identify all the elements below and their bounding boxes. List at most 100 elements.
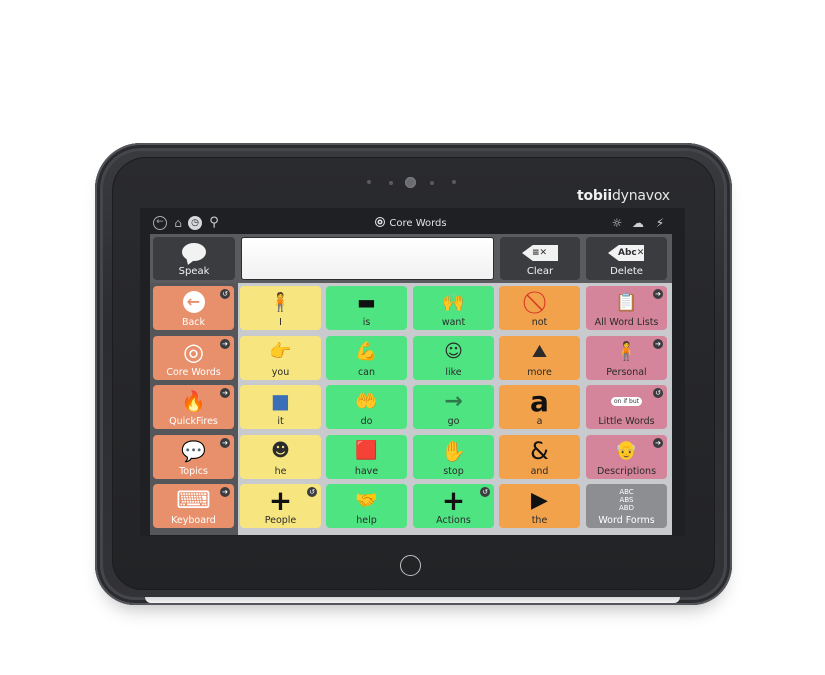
flame-glyph: 🔥 (181, 389, 206, 413)
grid-button-back[interactable]: ← Back ↺ (153, 286, 234, 330)
grid-button-label: is (362, 317, 371, 328)
grid-button-label: want (441, 317, 466, 328)
grid-button-label: go (447, 416, 460, 427)
grid-button-go[interactable]: → go (413, 385, 494, 429)
grid-button-and[interactable]: & and (499, 434, 580, 479)
brand-bold: tobii (577, 188, 612, 204)
grid-button-you[interactable]: 👉 you (240, 335, 321, 380)
grid-button-core-words[interactable]: ◎ Core Words ➔ (153, 335, 234, 380)
vocabulary-grid: ←Back↺🧍I▬is🙌want⃠not📋All Word Lists➔◎Cor… (150, 283, 672, 535)
grid-button-label: you (271, 366, 290, 378)
grid-button-not[interactable]: ⃠ not (499, 286, 580, 330)
hands-want-icon: 🙌 (413, 289, 494, 315)
no-sign-icon: ⃠ (499, 289, 580, 315)
grid-button-word-forms[interactable]: ABC ABS ABD Word Forms (586, 484, 667, 528)
notepad-glyph: 📋 (615, 291, 638, 313)
grid-button-personal[interactable]: 🧍 Personal ➔ (586, 335, 667, 380)
grid-button-label: Topics (179, 465, 208, 477)
link-arrow-icon: ➔ (220, 338, 230, 349)
plus-glyph: + (441, 483, 466, 517)
page-title-text: Core Words (389, 218, 447, 229)
grid-button-like[interactable]: ☺ like (413, 335, 494, 380)
grid-button-label: Back (181, 317, 206, 328)
person-glyph: 🧍 (615, 341, 638, 362)
link-arrow-icon: ➔ (220, 487, 230, 497)
letter-a-glyph: a (530, 384, 549, 418)
grid-button-a[interactable]: aa (499, 385, 580, 429)
grid-button-label: Descriptions (596, 465, 657, 477)
blue-square-glyph: ■ (271, 389, 290, 413)
target-icon (375, 217, 386, 227)
word-bubbles-glyph: on if but (610, 396, 643, 406)
return-icon: ↺ (480, 487, 490, 497)
grid-button-label: can (357, 366, 376, 378)
abc-forms-icon: ABC ABS ABD (586, 487, 667, 513)
grid-button-it[interactable]: ■ it (240, 385, 321, 429)
hand-holding-glyph: 🟥 (355, 440, 378, 461)
delete-label: Delete (610, 266, 643, 277)
grid-button-label: and (530, 465, 549, 477)
grid-button-have[interactable]: 🟥 have (326, 434, 407, 479)
grid-button-is[interactable]: ▬ is (326, 286, 407, 330)
grid-button-label: the (531, 515, 548, 526)
tablet-bottom-edge (145, 597, 680, 603)
cloud-icon[interactable]: ☁ (629, 216, 647, 230)
delete-button[interactable]: Abc✕ Delete (586, 237, 667, 280)
grid-button-label: Core Words (166, 366, 221, 378)
message-window[interactable] (241, 237, 494, 280)
grid-button-all-word-lists[interactable]: 📋 All Word Lists ➔ (586, 286, 667, 330)
plus-glyph: + (268, 483, 293, 517)
person-pointing-icon: 👉 (240, 339, 321, 365)
grid-button-want[interactable]: 🙌 want (413, 286, 494, 330)
grid-button-stop[interactable]: ✋ stop (413, 434, 494, 479)
back-arrow-glyph: ← (182, 291, 205, 313)
wand-icon[interactable]: ⚡ (653, 216, 667, 230)
grid-button-label: like (445, 366, 462, 378)
grid-button-more[interactable]: ⛰ more (499, 335, 580, 380)
grid-button-actions[interactable]: + Actions ↺ (413, 484, 494, 528)
strong-arm-glyph: 💪 (355, 341, 378, 362)
bulb-icon[interactable]: ☼ (610, 216, 624, 230)
grid-button-quickfires[interactable]: 🔥 QuickFires ➔ (153, 385, 234, 429)
grid-button-label: stop (443, 465, 464, 477)
grid-button-little-words[interactable]: on if but Little Words ↺ (586, 385, 667, 429)
grid-button-label: more (527, 366, 552, 378)
grid-button-he[interactable]: ☻ he (240, 434, 321, 479)
person-self-glyph: 🧍 (269, 291, 292, 313)
grid-button-label: Personal (606, 366, 647, 378)
grid-button-the[interactable]: ▶ the (499, 484, 580, 528)
link-arrow-icon: ➔ (653, 437, 663, 448)
pile-glyph: ⛰ (531, 341, 548, 362)
grid-button-label: People (264, 515, 297, 526)
helping-people-icon: 🤝 (326, 487, 407, 513)
hands-want-glyph: 🙌 (442, 291, 465, 313)
grid-button-label: Actions (436, 515, 471, 526)
grid-button-label: he (274, 465, 287, 477)
grid-button-i[interactable]: 🧍 I (240, 286, 321, 330)
link-arrow-icon: ➔ (220, 437, 230, 448)
grid-button-people[interactable]: + People ↺ (240, 484, 321, 528)
boy-face-icon: ☻ (240, 438, 321, 464)
smiling-face-icon: ☺ (413, 339, 494, 365)
return-icon: ↺ (307, 487, 317, 497)
boy-face-glyph: ☻ (271, 440, 290, 461)
grid-button-keyboard[interactable]: ⌨ Keyboard ➔ (153, 484, 234, 528)
hands-doing-glyph: 🤲 (355, 390, 378, 412)
grid-button-do[interactable]: 🤲 do (326, 385, 407, 429)
brand-light: dynavox (611, 188, 670, 204)
sensor-dot (430, 181, 434, 185)
clear-button[interactable]: ≡✕ Clear (500, 237, 580, 280)
grid-button-topics[interactable]: 💬 Topics ➔ (153, 434, 234, 479)
speak-button[interactable]: Speak (153, 237, 235, 280)
toolbar: ← ⌂ ◷ ⚲ Core Words ☼ ☁ ⚡ (150, 214, 672, 234)
dash-icon: ▬ (326, 289, 407, 315)
grid-button-can[interactable]: 💪 can (326, 335, 407, 380)
grid-button-help[interactable]: 🤝 help (326, 484, 407, 528)
message-bar-row: Speak ≡✕ Clear Abc✕ Delete (150, 234, 672, 283)
abc-forms-glyph: ABC ABS ABD (619, 488, 634, 512)
grid-button-label: I (279, 317, 282, 328)
hand-holding-icon: 🟥 (326, 438, 407, 464)
home-button[interactable] (400, 555, 421, 576)
camera-lens (405, 177, 416, 188)
grid-button-descriptions[interactable]: 👴 Descriptions ➔ (586, 434, 667, 479)
